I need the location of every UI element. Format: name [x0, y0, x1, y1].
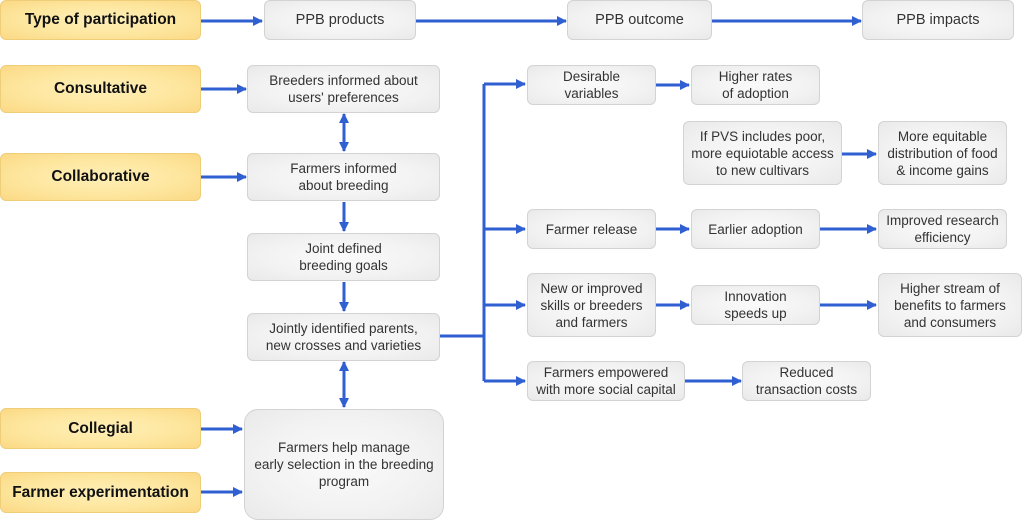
ppb-products-header: PPB products [264, 0, 416, 40]
farmers-help-manage-box: Farmers help manage early selection in t… [244, 409, 444, 520]
breeders-informed-box: Breeders informed about users' preferenc… [247, 65, 440, 113]
farmer-release-box: Farmer release [527, 209, 656, 249]
collaborative-box: Collaborative [0, 153, 201, 201]
jointly-identified-box: Jointly identified parents, new crosses … [247, 313, 440, 361]
higher-rates-box: Higher rates of adoption [691, 65, 820, 105]
joint-goals-box: Joint defined breeding goals [247, 233, 440, 281]
higher-stream-box: Higher stream of benefits to farmers and… [878, 273, 1022, 337]
ppb-impacts-header: PPB impacts [862, 0, 1014, 40]
ppb-outcome-header: PPB outcome [567, 0, 712, 40]
innovation-speeds-box: Innovation speeds up [691, 285, 820, 325]
farmers-empowered-box: Farmers empowered with more social capit… [527, 361, 685, 401]
reduced-costs-box: Reduced transaction costs [742, 361, 871, 401]
earlier-adoption-box: Earlier adoption [691, 209, 820, 249]
desirable-variables-box: Desirable variables [527, 65, 656, 105]
equitable-distribution-box: More equitable distribution of food & in… [878, 121, 1007, 185]
collegial-box: Collegial [0, 408, 201, 449]
new-skills-box: New or improved skills or breeders and f… [527, 273, 656, 337]
farmers-informed-box: Farmers informed about breeding [247, 153, 440, 201]
improved-efficiency-box: Improved research efficiency [878, 209, 1007, 249]
pvs-poor-box: If PVS includes poor, more equiotable ac… [683, 121, 842, 185]
type-of-participation-header: Type of participation [0, 0, 201, 40]
farmer-experimentation-box: Farmer experimentation [0, 472, 201, 513]
consultative-box: Consultative [0, 65, 201, 113]
